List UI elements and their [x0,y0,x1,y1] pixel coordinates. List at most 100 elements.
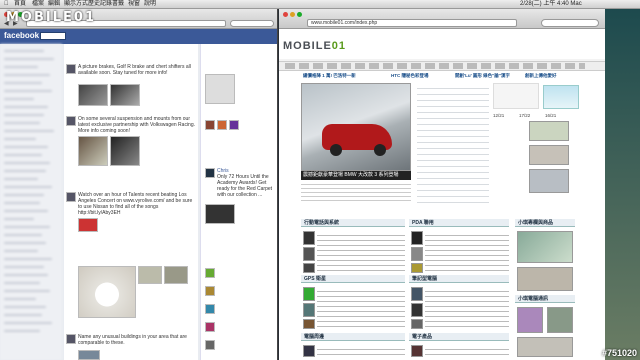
weather-widget[interactable] [543,85,579,109]
headline-left[interactable]: 總價格降 1 萬! 巴洛特一新 [303,73,356,78]
section-pda[interactable]: PDA 聯用 [409,219,509,227]
mobile01-overlay-logo: MOBILE01 [6,10,96,25]
menu-item-home[interactable]: 首頁 [14,0,26,9]
ad-image[interactable] [529,121,569,141]
section-mobile[interactable]: 行動電話與系統 [301,219,405,227]
article-list[interactable] [317,287,405,329]
thumb[interactable] [411,319,423,329]
thumb[interactable] [303,287,315,301]
avatar[interactable] [66,64,76,74]
thumb[interactable] [303,345,315,357]
side-image[interactable] [517,337,573,357]
avatar[interactable] [205,304,215,314]
side-image[interactable] [547,307,573,333]
avatar[interactable] [205,340,215,350]
post-image[interactable] [78,350,100,360]
post-text: On some several suspension and mounts fr… [78,116,196,134]
avatar[interactable] [229,120,239,130]
feature-text [301,181,411,203]
post-image[interactable] [110,136,140,166]
menu-item-window[interactable]: 視窗 [128,0,140,9]
post-image[interactable] [78,136,108,166]
avatar[interactable] [205,268,215,278]
feature-caption[interactable]: 震撼鉅獻豪華登場 BMW 大改款 3 系列登場 [301,171,411,180]
thumb[interactable] [411,263,423,273]
headline-mid[interactable]: HTC 隱秘色彩登場 [391,73,429,78]
avatar[interactable] [205,322,215,332]
thumb[interactable] [411,345,423,357]
post-image[interactable] [164,266,188,284]
ticker-image[interactable] [205,204,235,224]
weather-temp: 12/21 [493,113,505,118]
thumb[interactable] [411,231,423,245]
site-nav [279,61,605,71]
article-list[interactable] [425,287,509,329]
menu-item-bookmarks[interactable]: 書籤 [112,0,124,9]
post-image[interactable] [138,266,162,284]
overlay-logo-suffix: 01 [73,10,96,25]
article-list[interactable] [317,231,405,273]
article-list[interactable] [425,231,509,273]
menu-item-edit[interactable]: 編輯 [48,0,60,9]
side-image[interactable] [517,267,573,291]
thumb[interactable] [303,303,315,317]
zoom-window-button[interactable] [297,12,302,17]
thumb[interactable] [411,247,423,261]
post-image[interactable] [78,84,108,106]
thumb[interactable] [411,303,423,317]
section-side-2[interactable]: 小琪電腦通訊 [515,295,575,303]
minimize-window-button[interactable] [290,12,295,17]
thumb[interactable] [303,263,315,273]
thumb[interactable] [303,319,315,329]
post-text: A picture brakes, Golf R brake and chert… [78,64,191,76]
thumb[interactable] [303,247,315,261]
post-image[interactable] [110,84,140,106]
menubar-status: 2/28(二) 上午 4:40 Mac [520,1,582,7]
facebook-search-input[interactable] [40,32,66,40]
news-list[interactable] [417,83,489,203]
post-text: Watch over an hour of Talents recent bea… [78,192,193,216]
post-photo-cup[interactable] [78,266,136,318]
ticker-image[interactable] [205,74,235,104]
avatar[interactable] [205,168,215,178]
headline-right[interactable]: 開創'Lu' 圓形 綠色"論"漢字 [455,73,510,78]
headline-far[interactable]: 創新上傳他愛好 [525,73,557,78]
side-image[interactable] [517,231,573,263]
facebook-logo[interactable]: facebook [4,31,39,40]
post-image[interactable] [78,218,98,232]
search-field[interactable] [230,20,274,27]
desktop-background [605,9,640,360]
mobile01-logo[interactable]: MOBILE01 [283,40,346,52]
article-list[interactable] [425,345,509,359]
side-image[interactable] [517,307,543,333]
avatar[interactable] [66,116,76,126]
login-box[interactable] [493,83,539,109]
ad-image[interactable] [529,169,569,193]
section-notebook[interactable]: 筆記型電腦 [409,275,509,283]
search-field[interactable] [541,19,599,27]
menu-item-history[interactable]: 歷史記錄 [88,0,112,9]
weather-temp: 17/22 [519,113,531,118]
facebook-ticker: Chris Only 72 Hours Until the Academy Aw… [200,44,277,360]
close-window-button[interactable] [283,12,288,17]
menu-item-view[interactable]: 顯示方式 [64,0,88,9]
menu-item-file[interactable]: 檔案 [32,0,44,9]
thumb[interactable] [411,287,423,301]
apple-icon[interactable]:  [4,0,9,9]
section-pc[interactable]: 電腦周邊 [301,333,405,341]
feature-image-car[interactable] [301,83,411,171]
section-side[interactable]: 小琪專欄與商品 [515,219,575,227]
avatar[interactable] [217,120,227,130]
section-electronics[interactable]: 電子產品 [409,333,509,341]
avatar[interactable] [66,334,76,344]
address-bar[interactable]: www.mobile01.com/index.php [307,19,517,27]
section-gps[interactable]: GPS 衛星 [301,275,405,283]
nav-links[interactable] [285,63,585,69]
avatar[interactable] [66,192,76,202]
avatar[interactable] [205,120,215,130]
thumb[interactable] [303,231,315,245]
article-list[interactable] [317,345,405,359]
ad-image[interactable] [529,145,569,165]
avatar[interactable] [205,286,215,296]
menu-item-help[interactable]: 說明 [144,0,156,9]
